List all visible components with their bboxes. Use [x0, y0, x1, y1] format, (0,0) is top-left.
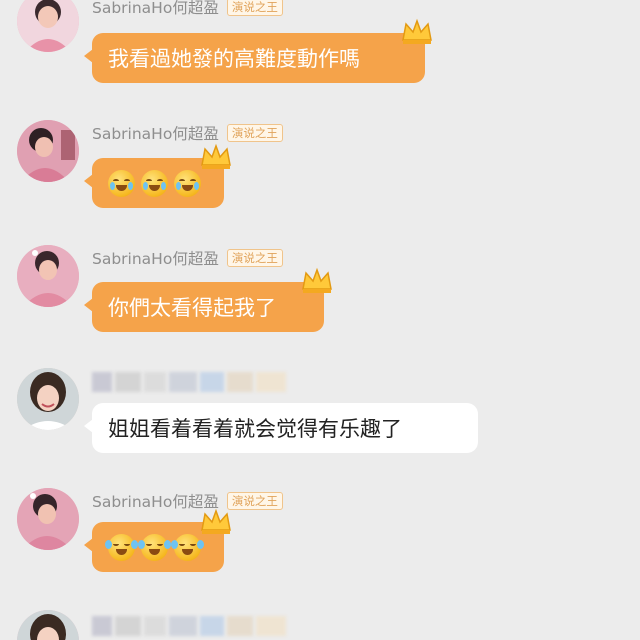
crying-smile-emoji: [174, 169, 201, 197]
message-meta: SabrinaHo何超盈 演说之王: [92, 0, 283, 18]
avatar[interactable]: [17, 488, 79, 550]
username[interactable]: SabrinaHo何超盈: [92, 122, 219, 144]
crown-icon: [201, 143, 231, 169]
avatar[interactable]: [17, 368, 79, 430]
tears-of-joy-emoji: [138, 533, 171, 561]
username[interactable]: SabrinaHo何超盈: [92, 247, 219, 269]
tears-of-joy-emoji: [171, 533, 204, 561]
emoji-row: [105, 533, 204, 561]
blurred-username: [92, 616, 286, 636]
message-meta: SabrinaHo何超盈 演说之王: [92, 122, 283, 144]
message-bubble[interactable]: 我看過她發的高難度動作嗎: [84, 33, 425, 83]
message-text: 你們太看得起我了: [108, 296, 276, 320]
message-text: 我看過她發的高難度動作嗎: [108, 47, 360, 71]
crown-icon: [402, 18, 432, 44]
emoji-row: [108, 169, 201, 197]
crying-smile-emoji: [141, 169, 168, 197]
message-bubble[interactable]: 姐姐看着看着就会觉得有乐趣了: [84, 403, 478, 453]
message-meta: SabrinaHo何超盈 演说之王: [92, 490, 283, 512]
tears-of-joy-emoji: [105, 533, 138, 561]
blurred-username: [92, 372, 286, 392]
avatar[interactable]: [17, 245, 79, 307]
crown-icon: [302, 267, 332, 293]
avatar[interactable]: [17, 610, 79, 640]
title-badge: 演说之王: [226, 249, 283, 267]
title-badge: 演说之王: [226, 492, 283, 510]
crown-icon: [201, 508, 231, 534]
message-text: 姐姐看着看着就会觉得有乐趣了: [108, 417, 402, 441]
message-meta: SabrinaHo何超盈 演说之王: [92, 247, 283, 269]
username[interactable]: SabrinaHo何超盈: [92, 0, 219, 18]
avatar[interactable]: [17, 120, 79, 182]
avatar[interactable]: [17, 0, 79, 52]
title-badge: 演说之王: [226, 124, 283, 142]
crying-smile-emoji: [108, 169, 135, 197]
message-bubble[interactable]: 你們太看得起我了: [84, 282, 324, 332]
title-badge: 演说之王: [226, 0, 283, 16]
